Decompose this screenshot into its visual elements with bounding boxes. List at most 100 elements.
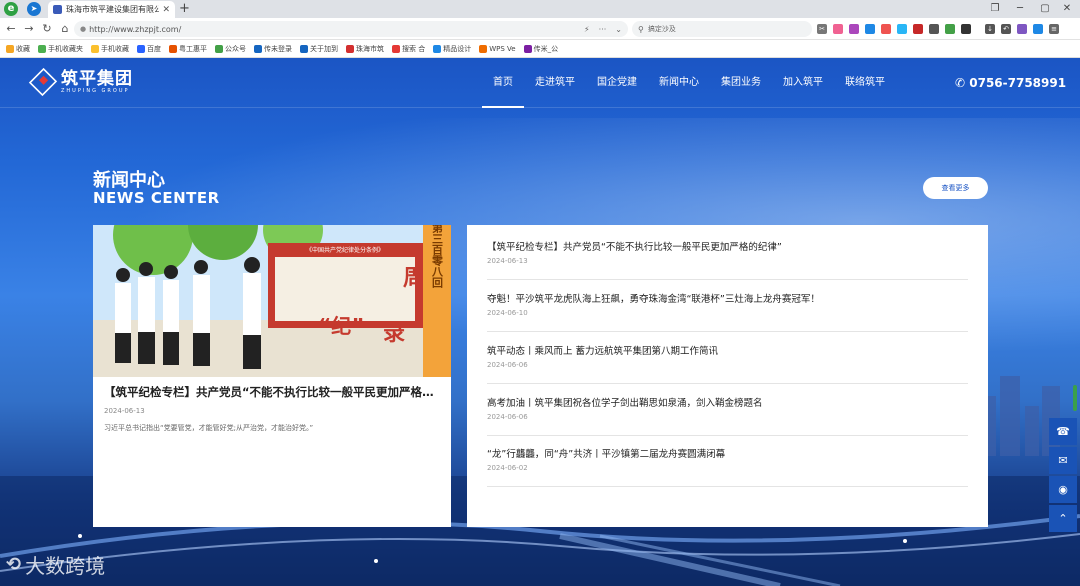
bookmark-item[interactable]: WPS Ve [479, 44, 516, 53]
extension-icon[interactable] [913, 24, 923, 34]
site-logo[interactable]: 筑平集团 ZHUPING GROUP [28, 67, 133, 97]
extension-icon[interactable] [897, 24, 907, 34]
bookmark-item[interactable]: 手机收藏夹 [38, 44, 83, 54]
puzzle-icon[interactable] [961, 24, 971, 34]
news-item-date: 2024-06-13 [487, 257, 528, 265]
menu-item-about[interactable]: 走进筑平 [524, 58, 586, 108]
menu-item-party[interactable]: 国企党建 [586, 58, 648, 108]
featured-news-title[interactable]: 【筑平纪检专栏】共产党员“不能不执行比较一般平民更加严格的纪律” [104, 384, 442, 400]
featured-news-card[interactable]: 《中国共产党纪律处分条例》 周 “纪” 录 第三百零八回 【筑平纪检专栏】共产党… [93, 225, 451, 527]
active-tab[interactable]: 珠海市筑平建设集团有限公司 ✕ [48, 1, 175, 18]
folder-icon [91, 44, 99, 53]
account-icon[interactable] [1017, 24, 1027, 34]
browser-icon[interactable] [1033, 24, 1043, 34]
address-bar: ← → ↻ ⌂ ● http://www.zhzpjt.com/ ⚡ ··· ⌄… [0, 18, 1080, 40]
tab-close-icon[interactable]: ✕ [162, 5, 170, 15]
forward-icon[interactable]: → [22, 18, 36, 40]
back-to-top-icon[interactable]: ⌃ [1049, 505, 1077, 532]
pinned-tab-icon[interactable]: ➤ [27, 2, 41, 16]
extension-icon[interactable] [865, 24, 875, 34]
restore-icon[interactable]: ❐ [986, 0, 1004, 18]
site-icon [169, 44, 177, 53]
image-lu-text: 录 [383, 321, 405, 346]
menu-item-business[interactable]: 集团业务 [710, 58, 772, 108]
baidu-icon [137, 44, 145, 53]
bookmark-item[interactable]: 手机收藏 [91, 44, 129, 54]
lightning-icon[interactable]: ⚡ [584, 25, 590, 34]
menu-item-join[interactable]: 加入筑平 [772, 58, 834, 108]
minimize-icon[interactable]: ─ [1011, 0, 1029, 18]
bookmark-item[interactable]: 百度 [137, 44, 161, 54]
news-section-subtitle: NEWS CENTER [93, 189, 220, 207]
list-item[interactable]: 高考加油丨筑平集团祝各位学子剑出鞘思如泉涌，剑入鞘金榜题名 2024-06-06 [487, 386, 968, 436]
view-more-button[interactable]: 查看更多 [923, 177, 988, 199]
list-item[interactable]: 筑平动态丨乘风而上 蓄力远航筑平集团第八期工作简讯 2024-06-06 [487, 334, 968, 384]
bookmark-item[interactable]: 珠海市筑 [346, 44, 384, 54]
menu-item-news[interactable]: 新闻中心 [648, 58, 710, 108]
wechat-icon[interactable]: ◉ [1049, 476, 1077, 503]
list-item[interactable]: 夺魁！平沙筑平龙虎队海上狂飙，勇夺珠海金湾“联港杯”三灶海上龙舟赛冠军！ 202… [487, 282, 968, 332]
menu-item-home[interactable]: 首页 [482, 58, 524, 108]
news-item-title[interactable]: 夺魁！平沙筑平龙虎队海上狂飙，勇夺珠海金湾“联港杯”三灶海上龙舟赛冠军！ [487, 291, 820, 305]
news-item-title[interactable]: “龙”行龘龘，同“舟”共济丨平沙镇第二届龙舟赛圆满闭幕 [487, 446, 725, 460]
star-icon [6, 44, 14, 53]
undo-icon[interactable]: ↶ [1001, 24, 1011, 34]
scrollbar-thumb[interactable] [1073, 385, 1077, 411]
bookmark-item[interactable]: 传未登录 [254, 44, 292, 54]
featured-news-image[interactable]: 《中国共产党纪律处分条例》 周 “纪” 录 第三百零八回 [93, 225, 451, 377]
back-icon[interactable]: ← [4, 18, 18, 40]
email-icon[interactable]: ✉ [1049, 447, 1077, 474]
browser-logo-icon[interactable]: e [4, 2, 18, 16]
bookmark-item[interactable]: 搜索 合 [392, 44, 425, 54]
phone-contact-icon[interactable]: ☎ [1049, 418, 1077, 445]
site-icon [433, 44, 442, 53]
search-field[interactable]: ⚲ 搞定沙及 [632, 21, 812, 37]
featured-news-date: 2024-06-13 [104, 407, 145, 415]
maximize-icon[interactable]: ▢ [1036, 0, 1054, 18]
bookmark-item[interactable]: 公众号 [215, 44, 246, 54]
bookmark-item[interactable]: 传米_公 [523, 44, 558, 54]
search-placeholder: 搞定沙及 [647, 25, 676, 33]
url-text: http://www.zhzpjt.com/ [89, 24, 182, 34]
bookmark-item[interactable]: 精品设计 [433, 44, 471, 54]
bookmark-item[interactable]: 粤工惠平 [169, 44, 207, 54]
menu-icon[interactable]: ≡ [1049, 24, 1059, 34]
bookmark-item[interactable]: 关于加到 [300, 44, 338, 54]
news-item-title[interactable]: 高考加油丨筑平集团祝各位学子剑出鞘思如泉涌，剑入鞘金榜题名 [487, 395, 763, 409]
list-item[interactable]: 【筑平纪检专栏】共产党员“不能不执行比较一般平民更加严格的纪律” 2024-06… [487, 230, 968, 280]
more-icon[interactable]: ··· [599, 25, 607, 34]
news-item-date: 2024-06-06 [487, 413, 528, 421]
url-field[interactable]: ● http://www.zhzpjt.com/ ⚡ ··· ⌄ [74, 21, 628, 37]
new-tab-button[interactable]: + [179, 0, 190, 18]
extension-icon[interactable] [945, 24, 955, 34]
bookmarks-bar: 收藏 手机收藏夹 手机收藏 百度 粤工惠平 公众号 传未登录 关于加到 珠海市筑… [0, 40, 1080, 58]
home-icon[interactable]: ⌂ [58, 18, 72, 40]
logo-name: 筑平集团 [61, 68, 133, 89]
phone-icon: ✆ [955, 76, 966, 90]
download-icon[interactable]: ↓ [985, 24, 995, 34]
close-window-icon[interactable]: ✕ [1058, 0, 1076, 18]
image-ji-text: “纪” [318, 314, 364, 338]
extension-toolbar: ✂ ↓ ↶ ≡ [817, 18, 1059, 40]
game-icon[interactable] [849, 24, 859, 34]
extension-icon[interactable] [833, 24, 843, 34]
site-icon [215, 44, 223, 53]
reload-icon[interactable]: ↻ [40, 18, 54, 40]
cut-icon[interactable]: ✂ [817, 24, 827, 34]
tab-title: 珠海市筑平建设集团有限公司 [66, 5, 160, 14]
news-item-title[interactable]: 【筑平纪检专栏】共产党员“不能不执行比较一般平民更加严格的纪律” [487, 239, 782, 253]
site-info-icon[interactable]: ● [80, 25, 86, 33]
phone-number: 0756-7758991 [969, 76, 1067, 90]
news-item-date: 2024-06-06 [487, 361, 528, 369]
news-item-title[interactable]: 筑平动态丨乘风而上 蓄力远航筑平集团第八期工作简讯 [487, 343, 718, 357]
dropdown-icon[interactable]: ⌄ [615, 25, 622, 34]
extension-icon[interactable] [881, 24, 891, 34]
site-icon [392, 44, 400, 53]
list-item[interactable]: “龙”行龘龘，同“舟”共济丨平沙镇第二届龙舟赛圆满闭幕 2024-06-02 [487, 437, 968, 487]
site-icon [346, 44, 354, 53]
watermark: ⟲ 大数跨境 [6, 550, 105, 579]
screenshot-icon[interactable] [929, 24, 939, 34]
menu-item-contact[interactable]: 联络筑平 [834, 58, 896, 108]
bookmark-item[interactable]: 收藏 [6, 44, 30, 54]
news-item-date: 2024-06-02 [487, 464, 528, 472]
